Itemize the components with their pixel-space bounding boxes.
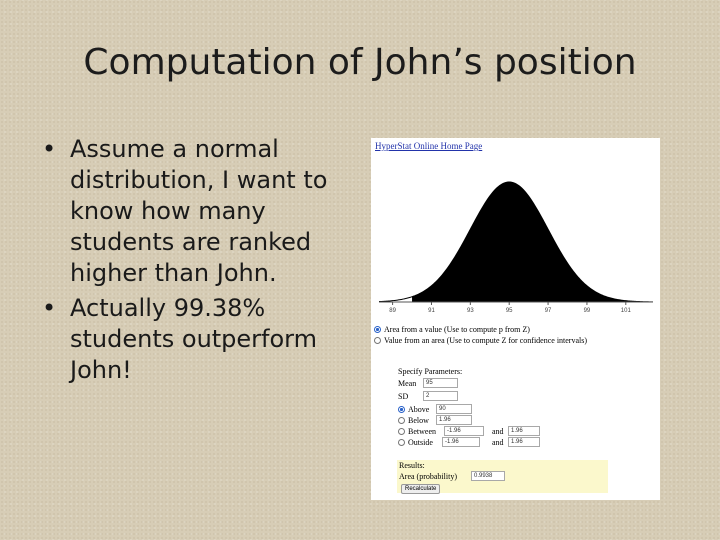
- bullet-item: Actually 99.38% students outperform John…: [42, 293, 352, 386]
- radio-outside[interactable]: [398, 438, 405, 446]
- between-and-label: and: [492, 426, 504, 436]
- bullet-item: Assume a normal distribution, I want to …: [42, 134, 352, 289]
- outside-to-input[interactable]: 1.96: [508, 437, 540, 447]
- parameters-header: Specify Parameters:: [398, 367, 463, 376]
- outside-and-label: and: [492, 437, 504, 447]
- outside-from-input[interactable]: -1.96: [442, 437, 480, 447]
- between-label: Between: [408, 426, 436, 436]
- sd-label: SD: [398, 391, 409, 401]
- mean-input[interactable]: 95: [423, 378, 458, 388]
- x-tick-label: 93: [467, 308, 474, 314]
- above-input[interactable]: 90: [436, 404, 472, 414]
- axis-ticks: 89 91 93 95 97 99 101: [389, 302, 631, 314]
- radio-above[interactable]: [398, 405, 405, 413]
- above-label: Above: [408, 404, 430, 414]
- recalculate-button[interactable]: Recalculate: [401, 484, 441, 494]
- below-input[interactable]: 1.96: [436, 415, 472, 425]
- x-tick-label: 99: [584, 308, 591, 314]
- mode-area-from-value-label: Area from a value (Use to compute p from…: [384, 325, 530, 334]
- mode-value-from-area[interactable]: Value from an area (Use to compute Z for…: [374, 336, 587, 345]
- calculator-screenshot: HyperStat Online Home Page 89 91 93 95 97 99 1…: [371, 138, 660, 500]
- radio-area-from-value[interactable]: [374, 326, 381, 333]
- above-row[interactable]: Above 90: [398, 404, 472, 414]
- radio-value-from-area[interactable]: [374, 337, 381, 344]
- normal-distribution-plot: 89 91 93 95 97 99 101: [378, 181, 654, 314]
- below-row[interactable]: Below 1.96: [398, 415, 472, 425]
- x-tick-label: 89: [389, 308, 396, 314]
- x-tick-label: 97: [545, 308, 552, 314]
- mode-value-from-area-label: Value from an area (Use to compute Z for…: [384, 336, 588, 345]
- radio-between[interactable]: [398, 427, 405, 435]
- mean-label: Mean: [398, 378, 417, 388]
- below-label: Below: [408, 415, 429, 425]
- results-panel: Results: Area (probability) 0.9938 Recal…: [397, 460, 608, 494]
- x-tick-label: 95: [506, 308, 513, 314]
- area-label: Area (probability): [399, 471, 457, 481]
- area-row: Area (probability) 0.9938: [399, 471, 505, 481]
- area-output[interactable]: 0.9938: [471, 471, 505, 481]
- between-from-input[interactable]: -1.96: [444, 426, 484, 436]
- outside-label: Outside: [408, 437, 433, 447]
- sd-input[interactable]: 2: [423, 391, 458, 401]
- results-header: Results:: [399, 461, 425, 470]
- sd-row: SD 2: [398, 391, 458, 401]
- between-to-input[interactable]: 1.96: [508, 426, 540, 436]
- bullet-list: Assume a normal distribution, I want to …: [42, 134, 352, 390]
- outside-row[interactable]: Outside -1.96 and 1.96: [398, 437, 540, 447]
- shaded-area: [412, 182, 653, 302]
- radio-below[interactable]: [398, 416, 405, 424]
- x-tick-label: 101: [621, 308, 632, 314]
- mode-area-from-value[interactable]: Area from a value (Use to compute p from…: [374, 325, 530, 334]
- x-tick-label: 91: [428, 308, 435, 314]
- mean-row: Mean 95: [398, 378, 458, 388]
- slide-title: Computation of John’s position: [83, 42, 637, 83]
- between-row[interactable]: Between -1.96 and 1.96: [398, 426, 540, 436]
